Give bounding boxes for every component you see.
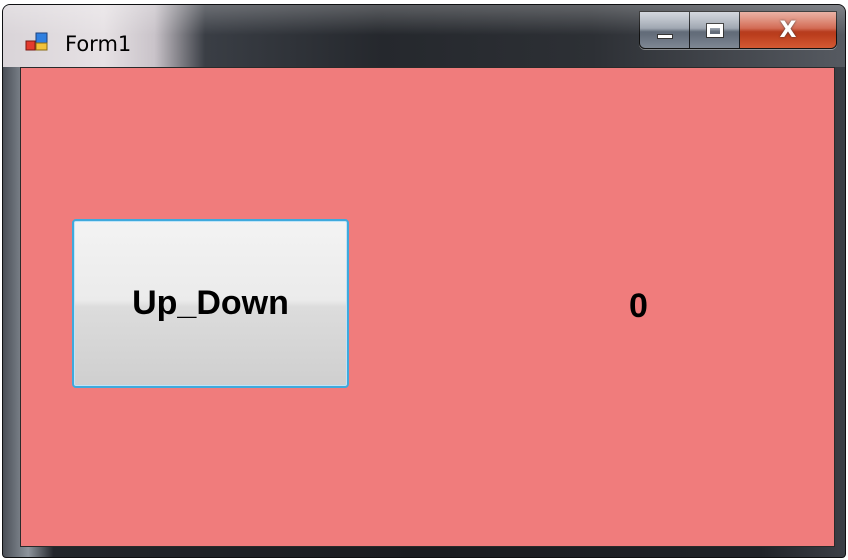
close-icon: X	[779, 17, 797, 43]
minimize-button[interactable]	[640, 12, 690, 48]
counter-label: 0	[629, 287, 648, 325]
app-window: Form1 X Up_Down 0	[2, 4, 846, 558]
window-title: Form1	[65, 32, 132, 56]
close-button[interactable]: X	[740, 12, 836, 48]
windows-form-icon	[25, 32, 48, 51]
title-bar[interactable]: Form1 X	[3, 5, 845, 67]
maximize-icon	[705, 22, 724, 38]
form-client-area: Up_Down 0	[20, 67, 835, 547]
up-down-button[interactable]: Up_Down	[72, 219, 349, 388]
caption-buttons: X	[639, 11, 837, 49]
minimize-icon	[656, 33, 673, 39]
maximize-button[interactable]	[690, 12, 740, 48]
